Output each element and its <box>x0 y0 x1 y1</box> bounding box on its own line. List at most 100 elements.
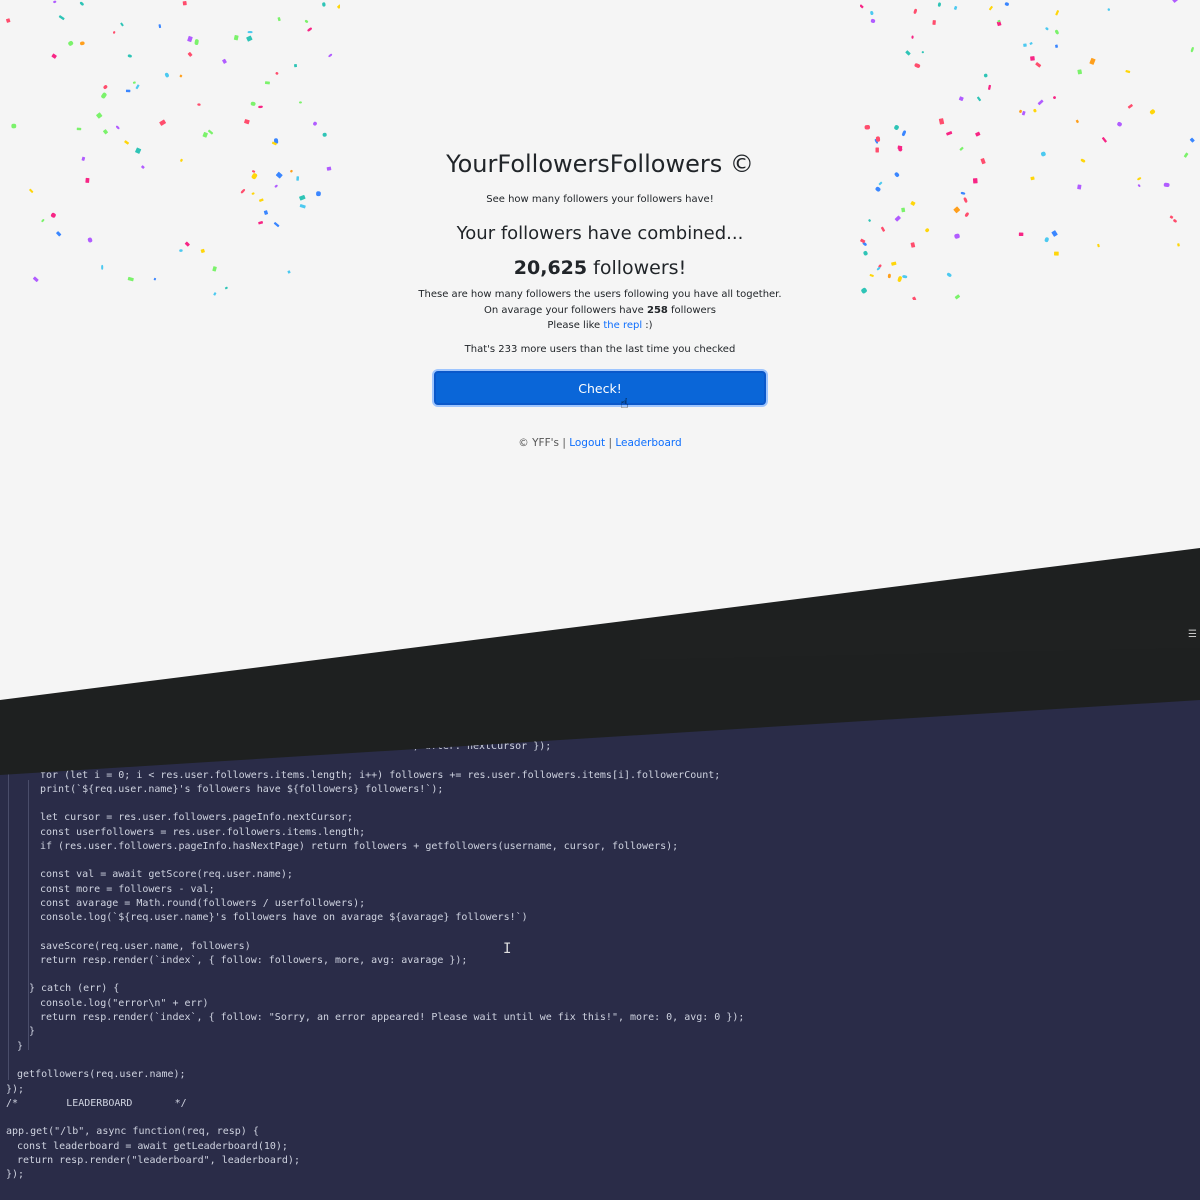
confetti-piece <box>1077 184 1082 190</box>
confetti-piece <box>207 129 214 135</box>
confetti-piece <box>860 4 864 9</box>
text-cursor-icon: I <box>503 941 512 957</box>
confetti-piece <box>50 212 56 218</box>
confetti-piece <box>938 118 945 125</box>
confetti-piece <box>946 131 953 136</box>
desc-line-1: These are how many followers the users f… <box>418 289 782 300</box>
confetti-piece <box>953 206 961 214</box>
confetti-piece <box>202 132 208 138</box>
confetti-piece <box>58 15 65 21</box>
confetti-piece <box>897 145 903 150</box>
desc-line-2: On avarage your followers have 258 follo… <box>0 303 1200 319</box>
confetti-piece <box>1189 137 1195 143</box>
code-line: const userfollowers = res.user.followers… <box>40 827 366 838</box>
confetti-piece <box>975 131 981 137</box>
confetti-piece <box>987 84 992 90</box>
confetti-piece <box>913 8 917 14</box>
confetti-piece <box>246 35 253 42</box>
confetti-piece <box>1033 108 1037 113</box>
avg-value: 258 <box>646 304 668 316</box>
confetti-piece <box>328 53 333 58</box>
confetti-piece <box>127 54 132 58</box>
confetti-piece <box>911 35 914 39</box>
avg-prefix: On avarage your followers have <box>483 304 647 316</box>
confetti-piece <box>976 96 982 102</box>
confetti-piece <box>894 125 899 130</box>
hand-cursor-icon: ☝ <box>620 396 629 412</box>
confetti-piece <box>958 96 964 102</box>
total-count: 20,625 <box>513 257 588 279</box>
confetti-piece <box>275 72 279 75</box>
like-prefix: Please like <box>547 320 604 331</box>
code-line: return resp.render("leaderboard", leader… <box>17 1155 300 1166</box>
confetti-piece <box>932 20 936 25</box>
avg-suffix: followers <box>667 304 717 316</box>
confetti-piece <box>1107 8 1111 11</box>
confetti-piece <box>1089 57 1096 65</box>
confetti-piece <box>878 181 883 186</box>
code-line: const val = await getScore(req.user.name… <box>40 869 293 880</box>
confetti-piece <box>914 63 921 68</box>
confetti-piece <box>6 18 11 23</box>
code-line: if (res.user.followers.pageInfo.hasNextP… <box>40 841 679 852</box>
confetti-piece <box>864 125 871 130</box>
confetti-piece <box>244 119 250 125</box>
confetti-piece <box>1137 184 1141 187</box>
confetti-piece <box>1037 99 1044 106</box>
logout-link[interactable]: Logout <box>569 437 605 449</box>
confetti-piece <box>894 215 901 222</box>
confetti-piece <box>135 84 140 90</box>
code-line: console.log("error\n" + err) <box>40 998 209 1009</box>
confetti-piece <box>1004 2 1009 6</box>
code-line: }); <box>6 1084 25 1095</box>
page-title: YourFollowersFollowers © <box>446 150 754 178</box>
confetti-piece <box>337 4 340 9</box>
code-line: const more = followers - val; <box>40 884 215 895</box>
confetti-piece <box>972 178 978 184</box>
confetti-piece <box>68 40 74 46</box>
confetti-piece <box>1021 110 1026 116</box>
confetti-piece <box>250 101 256 106</box>
confetti-piece <box>247 30 253 34</box>
confetti-piece <box>1053 96 1056 99</box>
footer-copyright: © YFF's | <box>518 437 570 449</box>
code-line: saveScore(req.user.name, followers) <box>40 941 251 952</box>
confetti-piece <box>194 39 199 46</box>
confetti-piece <box>1125 69 1131 74</box>
combined-heading: Your followers have combined... <box>456 223 744 244</box>
confetti-piece <box>264 81 270 85</box>
code-line: return resp.render(`index`, { follow: fo… <box>40 955 468 966</box>
confetti-piece <box>313 121 317 126</box>
check-button[interactable]: Check! <box>434 371 766 405</box>
confetti-piece <box>120 22 124 27</box>
code-line: const leaderboard = await getLeaderboard… <box>17 1141 288 1152</box>
code-line: let cursor = res.user.followers.pageInfo… <box>40 812 354 823</box>
confetti-piece <box>1149 109 1156 115</box>
code-line: /* LEADERBOARD */ <box>6 1098 187 1109</box>
like-suffix: :) <box>642 320 653 331</box>
leaderboard-link[interactable]: Leaderboard <box>615 437 681 449</box>
confetti-piece <box>132 81 136 84</box>
description: These are how many followers the users f… <box>0 287 1200 334</box>
confetti-piece <box>182 1 187 6</box>
confetti-piece <box>1101 137 1107 143</box>
confetti-piece <box>298 101 302 104</box>
code-line: } <box>29 1026 36 1037</box>
confetti-piece <box>964 212 969 217</box>
confetti-piece <box>1055 44 1058 48</box>
indent-guide <box>8 770 9 1080</box>
confetti-piece <box>222 58 227 64</box>
confetti-piece <box>1075 119 1079 124</box>
confetti-piece <box>263 210 269 215</box>
confetti-piece <box>159 119 167 126</box>
confetti-piece <box>1045 27 1049 31</box>
confetti-piece <box>158 24 162 29</box>
confetti-piece <box>187 52 193 57</box>
footer: © YFF's | Logout | Leaderboard <box>0 437 1200 449</box>
repl-link[interactable]: the repl <box>603 320 642 331</box>
total-followers: 20,625 followers! <box>0 257 1200 279</box>
confetti-piece <box>233 35 239 41</box>
confetti-piece <box>1127 104 1133 109</box>
code-line: return resp.render(`index`, { follow: "S… <box>40 1012 745 1023</box>
menu-icon[interactable]: ☰ <box>1188 630 1198 640</box>
